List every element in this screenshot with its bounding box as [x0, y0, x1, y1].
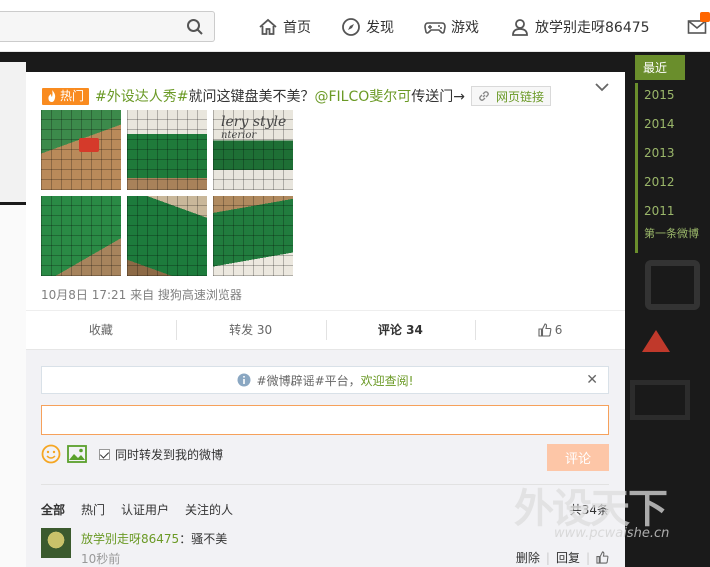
- search-input[interactable]: [0, 11, 215, 42]
- rumor-notice-bar: #微博辟谣#平台， 欢迎查阅! ✕: [41, 366, 609, 394]
- photo-caption-text: lery style: [221, 114, 287, 130]
- like-count: 6: [554, 322, 563, 337]
- repost-button[interactable]: 转发 30: [175, 311, 326, 348]
- nav-discover-label: 发现: [366, 20, 394, 36]
- thumbs-up-icon: [538, 322, 552, 337]
- repost-checkbox-label: 同时转发到我的微博: [115, 447, 224, 462]
- red-keycap: [79, 138, 99, 152]
- comment-time: 10秒前: [81, 552, 121, 566]
- info-icon: [237, 373, 251, 387]
- post-image-thumbnail[interactable]: [41, 110, 121, 190]
- comment-label: 评论 34: [377, 323, 423, 337]
- post-image-thumbnail[interactable]: [213, 196, 293, 276]
- search-icon[interactable]: [186, 18, 204, 36]
- comment-item: 放学别走呀86475：骚不美: [81, 530, 227, 547]
- emoji-icon[interactable]: [41, 444, 61, 464]
- favorite-label: 收藏: [88, 323, 113, 337]
- timeline-year[interactable]: 2014: [644, 117, 675, 131]
- web-link-label: 网页链接: [496, 89, 545, 104]
- nav-home-label: 首页: [283, 20, 311, 36]
- mention-link[interactable]: @FILCO斐尔可: [314, 86, 411, 106]
- keyboard-photo: [127, 110, 207, 190]
- background-shape: [645, 260, 700, 310]
- nav-discover[interactable]: 发现: [341, 16, 394, 38]
- left-side-panel: [0, 205, 26, 567]
- timeline-year[interactable]: 2012: [644, 175, 675, 189]
- background-shape: [642, 330, 670, 352]
- repost-checkbox[interactable]: [99, 448, 110, 460]
- comment-input[interactable]: [41, 405, 609, 435]
- like-button[interactable]: 6: [475, 311, 625, 348]
- user-icon: [512, 19, 528, 36]
- avatar[interactable]: [41, 528, 71, 558]
- nav-home[interactable]: 首页: [258, 16, 311, 38]
- post-action-bar: 收藏 转发 30 评论 34 6: [26, 310, 625, 348]
- timeline-year[interactable]: 2013: [644, 146, 675, 160]
- watermark-url: www.pcwaishe.cn: [554, 526, 670, 541]
- photo-caption-subtext: nterior: [221, 130, 257, 141]
- timeline-first-post[interactable]: 第一条微博: [644, 225, 699, 241]
- repost-label: 转发 30: [229, 323, 273, 337]
- close-icon[interactable]: ✕: [586, 372, 598, 388]
- compass-icon: [342, 18, 360, 36]
- gamepad-icon: [424, 22, 446, 34]
- notice-text: #微博辟谣#平台，: [256, 373, 361, 388]
- post-image-thumbnail[interactable]: lery style nterior: [213, 110, 293, 190]
- comment-tools: 同时转发到我的微博: [41, 444, 223, 464]
- timeline-year[interactable]: 2015: [644, 88, 675, 102]
- left-side-panel: [0, 62, 26, 202]
- comment-text: ：骚不美: [179, 532, 228, 546]
- background-shape: [630, 380, 690, 420]
- nav-game[interactable]: 游戏: [424, 16, 479, 38]
- nav-username: 放学别走呀86475: [535, 20, 650, 36]
- filter-hot[interactable]: 热门: [81, 501, 105, 518]
- flame-icon: [48, 90, 56, 102]
- web-link-button[interactable]: 网页链接: [471, 86, 552, 106]
- nav-user-profile[interactable]: 放学别走呀86475: [510, 16, 650, 38]
- post-body-text: 就问这键盘美不美？: [188, 89, 315, 105]
- post-portal-text: 传送门→: [411, 89, 465, 105]
- notification-badge: [700, 12, 710, 22]
- link-icon: [479, 91, 489, 101]
- post-meta: 10月8日 17:21 来自 搜狗高速浏览器: [41, 288, 242, 302]
- site-watermark: 外设天下 www.pcwaishe.cn: [514, 476, 710, 556]
- chevron-down-icon[interactable]: [595, 82, 609, 92]
- nav-game-label: 游戏: [451, 20, 479, 36]
- keyboard-photo: [127, 196, 207, 276]
- comment-author[interactable]: 放学别走呀86475: [81, 532, 179, 546]
- submit-comment-button[interactable]: 评论: [547, 444, 609, 471]
- post-image-thumbnail[interactable]: [127, 110, 207, 190]
- timeline-bar: [635, 83, 638, 253]
- hot-badge[interactable]: 热门: [42, 87, 90, 105]
- favorite-button[interactable]: 收藏: [26, 311, 176, 348]
- timeline-latest[interactable]: 最近: [635, 55, 685, 80]
- filter-verified[interactable]: 认证用户: [121, 501, 169, 518]
- filter-following[interactable]: 关注的人: [185, 501, 233, 518]
- filter-all[interactable]: 全部: [41, 501, 65, 518]
- hot-badge-label: 热门: [60, 88, 85, 103]
- comment-filter-tabs: 全部 热门 认证用户 关注的人: [41, 501, 249, 518]
- topic-link[interactable]: #外设达人秀#: [95, 86, 188, 106]
- timeline-year[interactable]: 2011: [644, 204, 675, 218]
- top-nav-bar: 首页 发现 游戏 放学别走呀86475: [0, 0, 710, 52]
- post-text: 热门 #外设达人秀# 就问这键盘美不美？ @FILCO斐尔可 传送门→ 网页链接: [42, 86, 552, 106]
- notice-link[interactable]: 欢迎查阅!: [361, 372, 414, 389]
- keyboard-photo: [213, 196, 293, 276]
- post-image-thumbnail[interactable]: [41, 196, 121, 276]
- keyboard-photo: [41, 196, 121, 276]
- post-image-thumbnail[interactable]: [127, 196, 207, 276]
- comment-button[interactable]: 评论 34: [325, 311, 476, 348]
- home-icon: [259, 18, 277, 35]
- image-icon[interactable]: [67, 445, 87, 463]
